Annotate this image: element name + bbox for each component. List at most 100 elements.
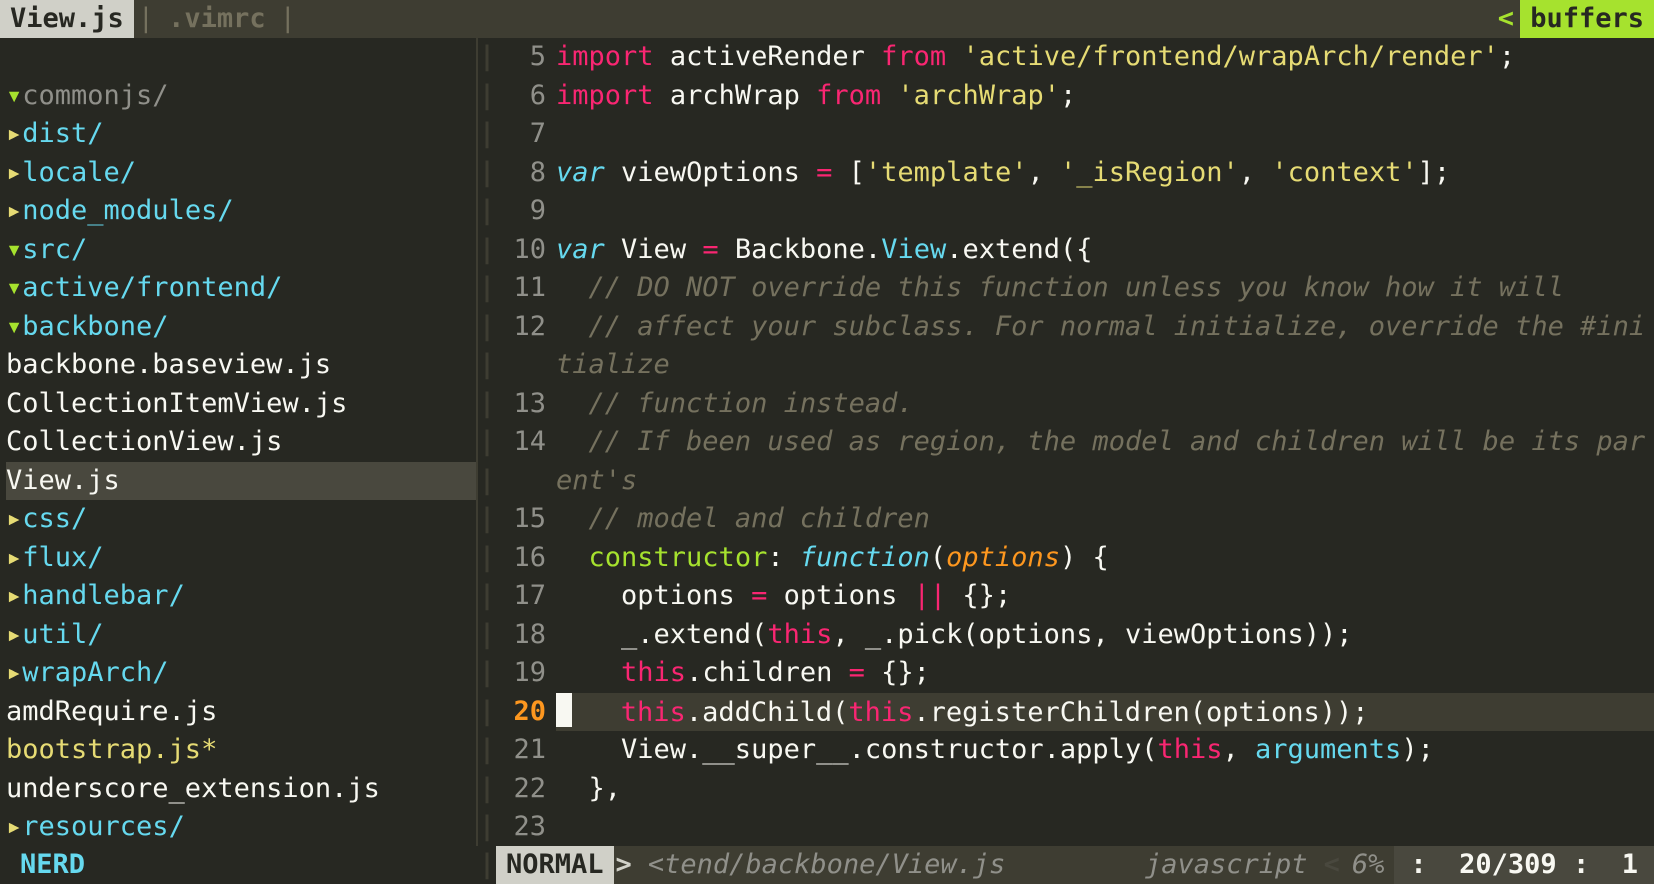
vsplit-segment: | [479, 115, 495, 154]
tree-item-amdrequire-js[interactable]: amdRequire.js [6, 693, 476, 732]
tree-item-backbone-baseview-js[interactable]: backbone.baseview.js [6, 346, 476, 385]
vsplit-segment: | [479, 770, 495, 809]
code-line[interactable]: // affect your subclass. For normal init… [556, 308, 1654, 347]
tree-item-backbone-[interactable]: ▾ backbone/ [6, 308, 476, 347]
code-line[interactable] [556, 192, 1654, 231]
code-line[interactable]: var View = Backbone.View.extend({ [556, 231, 1654, 270]
expander-icon[interactable]: ▸ [6, 616, 22, 655]
status-sep2: : [1573, 846, 1589, 884]
file-tree: ▾ commonjs/ ▸ dist/ ▸ locale/ ▸ node_mod… [0, 38, 476, 846]
tree-root[interactable] [6, 38, 476, 77]
vsplit-segment: | [479, 269, 495, 308]
code-line-wrap[interactable]: tialize [556, 346, 1654, 385]
expander-icon[interactable]: ▾ [6, 269, 22, 308]
line-number: 18 [496, 616, 546, 655]
mode-indicator: NORMAL [496, 846, 614, 884]
line-number: 15 [496, 500, 546, 539]
status-col: 1 [1622, 846, 1638, 884]
code-line[interactable]: // If been used as region, the model and… [556, 423, 1654, 462]
line-number: 8 [496, 154, 546, 193]
code-line[interactable]: options = options || {}; [556, 577, 1654, 616]
tree-item-dist-[interactable]: ▸ dist/ [6, 115, 476, 154]
expander-icon[interactable]: ▸ [6, 808, 22, 846]
vsplit-segment: | [479, 385, 495, 424]
vsplit-segment: | [479, 77, 495, 116]
line-number: 21 [496, 731, 546, 770]
code-line[interactable]: // DO NOT override this function unless … [556, 269, 1654, 308]
tree-item-flux-[interactable]: ▸ flux/ [6, 539, 476, 578]
expander-icon[interactable]: ▸ [6, 654, 22, 693]
buffers-indicator[interactable]: buffers [1520, 0, 1654, 38]
code-line[interactable]: this.children = {}; [556, 654, 1654, 693]
code-line[interactable]: constructor: function(options) { [556, 539, 1654, 578]
tree-item-resources-[interactable]: ▸ resources/ [6, 808, 476, 846]
line-number: 20 [496, 693, 546, 732]
tree-item-bootstrap-js-[interactable]: bootstrap.js* [6, 731, 476, 770]
tree-item-underscore-extension-js[interactable]: underscore_extension.js [6, 770, 476, 809]
statusline: NERD | NORMAL > <tend/backbone/View.js j… [0, 846, 1654, 884]
expander-icon[interactable]: ▸ [6, 500, 22, 539]
code-line[interactable]: }, [556, 770, 1654, 809]
code-line[interactable]: _.extend(this, _.pick(options, viewOptio… [556, 616, 1654, 655]
tabline: View.js | .vimrc | < buffers [0, 0, 1654, 38]
expander-icon[interactable]: ▾ [6, 308, 22, 347]
tree-item-view-js[interactable]: View.js [6, 462, 476, 501]
line-number: 5 [496, 38, 546, 77]
code-line[interactable]: // function instead. [556, 385, 1654, 424]
vsplit-segment: | [479, 154, 495, 193]
tree-item-css-[interactable]: ▸ css/ [6, 500, 476, 539]
status-percent: 6% [1342, 846, 1395, 884]
code-line[interactable]: this.addChild(this.registerChildren(opti… [556, 693, 1654, 732]
code-line-wrap[interactable]: ent's [556, 462, 1654, 501]
line-number: 13 [496, 385, 546, 424]
nerdtree-status: NERD [0, 846, 478, 884]
code-line[interactable]: View.__super__.constructor.apply(this, a… [556, 731, 1654, 770]
vsplit-segment: | [479, 693, 495, 732]
code-line[interactable] [556, 808, 1654, 846]
main-area: ▾ commonjs/ ▸ dist/ ▸ locale/ ▸ node_mod… [0, 38, 1654, 846]
expander-icon[interactable]: ▸ [6, 577, 22, 616]
vsplit-segment: | [479, 462, 495, 501]
code-line[interactable]: import archWrap from 'archWrap'; [556, 77, 1654, 116]
vsplit-segment: | [479, 38, 495, 77]
line-number: 14 [496, 423, 546, 462]
editor-pane[interactable]: 56789101112 1314 151617181920212223 impo… [496, 38, 1654, 846]
code-line[interactable]: var viewOptions = ['template', '_isRegio… [556, 154, 1654, 193]
vertical-split-bar[interactable]: ||||||||||||||||||||| [478, 38, 496, 846]
vsplit-segment: | [479, 308, 495, 347]
vsplit-segment: | [479, 231, 495, 270]
tree-item-src-[interactable]: ▾ src/ [6, 231, 476, 270]
tree-item-locale-[interactable]: ▸ locale/ [6, 154, 476, 193]
code-line[interactable] [556, 115, 1654, 154]
expander-icon[interactable]: ▸ [6, 539, 22, 578]
line-number: 19 [496, 654, 546, 693]
tree-item-node-modules-[interactable]: ▸ node_modules/ [6, 192, 476, 231]
expander-icon[interactable]: ▸ [6, 192, 22, 231]
line-number: 17 [496, 577, 546, 616]
tree-item-wraparch-[interactable]: ▸ wrapArch/ [6, 654, 476, 693]
tree-item-collectionview-js[interactable]: CollectionView.js [6, 423, 476, 462]
code-line[interactable]: // model and children [556, 500, 1654, 539]
line-number: 10 [496, 231, 546, 270]
tab-view-js[interactable]: View.js [0, 0, 134, 38]
vsplit-segment: | [479, 616, 495, 655]
tree-item-util-[interactable]: ▸ util/ [6, 616, 476, 655]
tab-vimrc[interactable]: .vimrc [158, 0, 276, 38]
tree-item-active-frontend-[interactable]: ▾ active/frontend/ [6, 269, 476, 308]
line-number: 12 [496, 308, 546, 347]
expander-icon[interactable]: ▾ [6, 231, 22, 270]
nerdtree-sidebar[interactable]: ▾ commonjs/ ▸ dist/ ▸ locale/ ▸ node_mod… [0, 38, 478, 846]
tree-item-collectionitemview-js[interactable]: CollectionItemView.js [6, 385, 476, 424]
line-number: 6 [496, 77, 546, 116]
code-area[interactable]: import activeRender from 'active/fronten… [556, 38, 1654, 846]
code-line[interactable]: import activeRender from 'active/fronten… [556, 38, 1654, 77]
tree-item-commonjs-[interactable]: ▾ commonjs/ [6, 77, 476, 116]
vsplit-segment: | [479, 346, 495, 385]
status-total: 309 [1508, 846, 1557, 884]
separator-angle-left: < [1322, 846, 1342, 884]
expander-icon[interactable]: ▸ [6, 154, 22, 193]
expander-icon[interactable]: ▾ [6, 77, 22, 116]
tree-item-handlebar-[interactable]: ▸ handlebar/ [6, 577, 476, 616]
expander-icon[interactable]: ▸ [6, 115, 22, 154]
line-number: 11 [496, 269, 546, 308]
